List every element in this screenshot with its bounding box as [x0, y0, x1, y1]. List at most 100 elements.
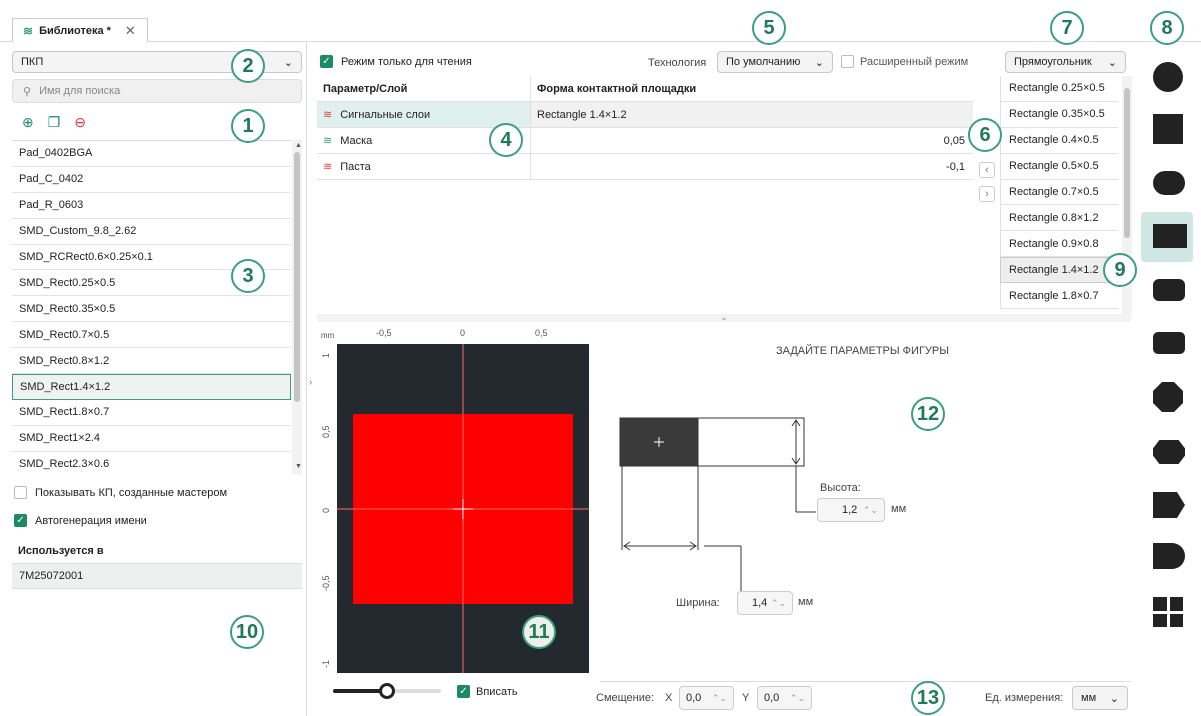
splitter[interactable]: [306, 42, 307, 716]
autoname-checkbox[interactable]: ✓ Автогенерация имени: [14, 514, 147, 527]
scrollbar-thumb[interactable]: [294, 152, 300, 402]
list-item[interactable]: Pad_C_0402: [12, 167, 291, 193]
copy-icon[interactable]: ❐: [48, 114, 61, 131]
used-in-item[interactable]: 7M25072001: [12, 563, 302, 589]
list-item[interactable]: Pad_0402BGA: [12, 141, 291, 167]
callout-13: 13: [911, 681, 945, 715]
spin-icon[interactable]: ⌃⌄: [712, 693, 727, 704]
chevron-right-icon[interactable]: ›: [309, 377, 312, 388]
check-icon[interactable]: ✓: [14, 514, 27, 527]
chevron-left-icon[interactable]: ‹: [979, 162, 995, 178]
callout-3: 3: [231, 259, 265, 293]
spin-icon[interactable]: ⌃⌄: [790, 693, 805, 704]
advanced-checkbox[interactable]: Расширенный режим: [841, 55, 968, 68]
row-value[interactable]: Rectangle 1.4×1.2: [531, 102, 973, 127]
shape-list-item[interactable]: Rectangle 0.9×0.8: [1000, 231, 1118, 258]
rounded-rect-icon[interactable]: [1153, 279, 1185, 301]
height-value: 1,2: [842, 504, 858, 516]
octagon-icon[interactable]: [1153, 382, 1183, 412]
offset-x-input[interactable]: 0,0 ⌃⌄: [679, 686, 734, 710]
chamfered-rect-icon[interactable]: [1153, 440, 1185, 464]
scrollbar-thumb[interactable]: [1124, 88, 1130, 238]
list-item[interactable]: SMD_Rect1.8×0.7: [12, 400, 291, 426]
checkbox-unchecked[interactable]: [14, 486, 27, 499]
rectangle-icon[interactable]: [1153, 224, 1187, 248]
row-value[interactable]: -0,1: [531, 154, 973, 179]
x-tick: 0,5: [535, 328, 548, 338]
shape-list-item[interactable]: Rectangle 1.8×0.7: [1000, 283, 1118, 310]
offset-label: Смещение:: [596, 692, 655, 704]
scroll-up-icon[interactable]: ▲: [295, 142, 302, 149]
row-value[interactable]: 0,05: [531, 128, 973, 153]
half-oval-icon[interactable]: [1153, 543, 1185, 569]
check-icon[interactable]: ✓: [457, 685, 470, 698]
row-layer: Паста: [340, 160, 371, 173]
x-tick: -0,5: [376, 328, 392, 338]
chevron-down-icon: ⌄: [1109, 692, 1119, 705]
units-select[interactable]: мм ⌄: [1072, 686, 1128, 710]
grid-icon[interactable]: [1153, 597, 1183, 627]
zoom-slider-handle[interactable]: [379, 683, 395, 699]
search-input[interactable]: ⚲ Имя для поиска: [12, 79, 302, 103]
scroll-down-icon[interactable]: ▼: [295, 463, 302, 470]
add-icon[interactable]: ⊕: [22, 114, 34, 131]
callout-11: 11: [522, 615, 556, 649]
units-value: мм: [1081, 692, 1097, 704]
offset-y-input[interactable]: 0,0 ⌃⌄: [757, 686, 812, 710]
readonly-checkbox[interactable]: ✓ Режим только для чтения: [320, 55, 472, 68]
oval-icon[interactable]: [1153, 171, 1185, 195]
chevron-right-icon[interactable]: ›: [979, 186, 995, 202]
spin-icon[interactable]: ⌃⌄: [771, 598, 786, 609]
y-tick: 0: [321, 508, 331, 513]
square-icon[interactable]: [1153, 114, 1183, 144]
header-layer: Параметр/Слой: [317, 76, 531, 101]
checkbox-unchecked[interactable]: [841, 55, 854, 68]
table-row[interactable]: ≋ Паста -0,1: [317, 154, 973, 180]
chevron-down-icon: ⌄: [283, 56, 293, 69]
autoname-label: Автогенерация имени: [35, 514, 147, 527]
circle-icon[interactable]: [1153, 62, 1183, 92]
offset-y-value: 0,0: [764, 692, 780, 704]
shape-list-item[interactable]: Rectangle 0.25×0.5: [1000, 76, 1118, 102]
list-item[interactable]: SMD_Rect0.8×1.2: [12, 348, 291, 375]
dimension-diagram: [619, 417, 816, 602]
spin-icon[interactable]: ⌃⌄: [863, 505, 878, 516]
check-icon[interactable]: ✓: [320, 55, 333, 68]
shape-list-item[interactable]: Rectangle 0.4×0.5: [1000, 127, 1118, 154]
list-item[interactable]: SMD_Rect0.7×0.5: [12, 322, 291, 349]
list-item[interactable]: SMD_Rect1.4×1.2: [12, 374, 291, 400]
list-item[interactable]: Pad_R_0603: [12, 193, 291, 219]
width-input[interactable]: 1,4 ⌃⌄: [737, 591, 793, 615]
list-item[interactable]: SMD_Rect0.35×0.5: [12, 296, 291, 323]
remove-icon[interactable]: ⊖: [74, 114, 86, 131]
tab-library[interactable]: ≋ Библиотека * ✕: [12, 18, 148, 42]
rounded-rect-small-icon[interactable]: [1153, 332, 1185, 354]
show-wizard-checkbox[interactable]: Показывать КП, созданные мастером: [14, 486, 227, 499]
pad-list: Pad_0402BGA Pad_C_0402 Pad_R_0603 SMD_Custo…: [12, 140, 291, 474]
row-layer: Сигнальные слои: [340, 108, 431, 121]
chevron-down-icon: ⌄: [1107, 56, 1117, 69]
callout-4: 4: [489, 123, 523, 157]
tech-select[interactable]: По умолчанию ⌄: [717, 51, 833, 73]
table-row[interactable]: ≋ Сигнальные слои Rectangle 1.4×1.2: [317, 102, 973, 128]
list-item[interactable]: SMD_Rect1×2.4: [12, 426, 291, 452]
height-input[interactable]: 1,2 ⌃⌄: [817, 498, 885, 522]
shape-list-item[interactable]: Rectangle 0.8×1.2: [1000, 205, 1118, 232]
table-header: Параметр/Слой Форма контактной площадки: [317, 76, 973, 102]
collapse-chevron-icon[interactable]: ⌄: [317, 313, 1131, 322]
close-icon[interactable]: ✕: [125, 23, 136, 39]
list-item[interactable]: SMD_Custom_9.8_2.62: [12, 219, 291, 245]
shape-list-item[interactable]: Rectangle 1.4×1.2: [1000, 257, 1118, 284]
unit-label: mm: [321, 331, 335, 340]
search-placeholder: Имя для поиска: [39, 85, 121, 97]
params-title: ЗАДАЙТЕ ПАРАМЕТРЫ ФИГУРЫ: [776, 345, 949, 357]
table-row[interactable]: ≋ Маска 0,05: [317, 128, 973, 154]
shape-list-item[interactable]: Rectangle 0.5×0.5: [1000, 153, 1118, 180]
shape-list-item[interactable]: Rectangle 0.7×0.5: [1000, 179, 1118, 206]
zoom-slider[interactable]: [333, 683, 441, 699]
list-item[interactable]: SMD_Rect2.3×0.6: [12, 452, 291, 474]
chevron-down-icon: ⌄: [814, 56, 824, 69]
shape-list-item[interactable]: Rectangle 0.35×0.5: [1000, 101, 1118, 128]
shape-type-select[interactable]: Прямоугольник ⌄: [1005, 51, 1126, 73]
fit-checkbox[interactable]: ✓ Вписать: [457, 685, 518, 698]
